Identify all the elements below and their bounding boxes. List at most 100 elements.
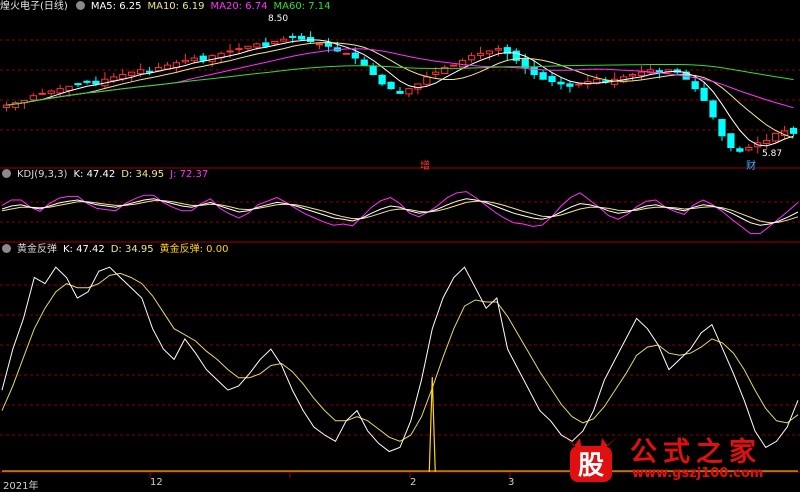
kdj-j-line <box>1 191 799 235</box>
candle-body <box>772 132 780 142</box>
collapse-dot-icon[interactable] <box>2 244 11 253</box>
candle-body <box>575 83 583 86</box>
candle-body <box>763 139 771 144</box>
candle-body <box>709 100 717 118</box>
kdj-j-label: J: 72.37 <box>170 169 209 180</box>
candle-body <box>29 95 37 101</box>
candle-body <box>557 81 565 85</box>
candle-body <box>2 104 11 108</box>
candle-body <box>324 42 333 47</box>
candle-body <box>83 80 91 83</box>
candle-body <box>700 87 708 101</box>
candle-body <box>485 50 494 55</box>
candle-body <box>548 76 556 83</box>
watermark-logo-char: 股 <box>578 451 604 481</box>
candle-body <box>476 52 485 56</box>
candle-body <box>360 59 368 66</box>
watermark-title: 公式之家 <box>630 437 762 468</box>
candle-body <box>423 76 431 85</box>
zeng-marker: 增 <box>420 161 430 172</box>
watermark: 股 公式之家 www.gszj100.com <box>560 430 796 486</box>
x-label-2021: 2021年 <box>3 481 39 492</box>
candle-body <box>691 81 699 90</box>
kdj-panel-header: KDJ(9,3,3) K: 47.42 D: 34.95 J: 72.37 <box>0 168 214 182</box>
candle-body <box>369 65 377 76</box>
candle-body <box>280 38 288 42</box>
collapse-dot-icon[interactable] <box>75 1 85 10</box>
gold-signal-label: 黄金反弹: 0.00 <box>159 244 229 255</box>
gold-signal-spike <box>428 376 436 473</box>
candle-body <box>119 74 127 80</box>
candle-body <box>271 41 279 45</box>
candle-body <box>235 48 243 51</box>
watermark-url: www.gszj100.com <box>632 466 764 481</box>
candle-body <box>718 119 726 137</box>
candle-body <box>226 50 234 53</box>
candle-body <box>181 59 189 63</box>
collapse-dot-icon[interactable] <box>2 169 11 178</box>
candle-body <box>244 45 252 49</box>
gold-d-label: D: 34.95 <box>110 244 154 255</box>
candle-body <box>494 48 503 51</box>
gold-k-line <box>1 266 799 453</box>
candle-body <box>297 35 306 40</box>
candle-body <box>432 71 440 75</box>
candle-body <box>396 90 404 94</box>
candle-body <box>136 69 145 75</box>
candle-body <box>566 83 574 87</box>
high-price-label: 8.50 <box>268 14 289 24</box>
candle-body <box>736 148 744 152</box>
kdj-d-label: D: 34.95 <box>121 169 165 180</box>
candle-body <box>530 66 538 76</box>
gold-k-label: K: 47.42 <box>63 244 105 255</box>
candle-body <box>378 74 386 85</box>
candle-body <box>414 83 422 90</box>
candle-body <box>47 90 55 94</box>
ma20-label: MA20: 6.74 <box>210 1 268 12</box>
kdj-k-line <box>1 198 799 226</box>
candle-body <box>199 55 207 61</box>
candle-body <box>450 64 458 67</box>
candle-body <box>38 92 46 95</box>
gold-d-line <box>1 272 799 442</box>
candle-body <box>154 66 163 72</box>
candle-body <box>128 71 136 76</box>
gold-panel-header: 黄金反弹 K: 47.42 D: 34.95 黄金反弹: 0.00 <box>0 243 234 257</box>
candle-body <box>342 52 350 55</box>
cai-marker: 财 <box>746 161 756 172</box>
ma5-label: MA5: 6.25 <box>90 1 142 12</box>
candle-body <box>628 74 637 77</box>
candle-body <box>289 35 297 38</box>
candle-body <box>190 57 198 62</box>
candle-body <box>387 81 395 90</box>
candle-body <box>637 71 646 77</box>
x-label-2: 2 <box>410 477 417 488</box>
candle-body <box>262 42 270 47</box>
candle-body <box>727 133 735 149</box>
candle-body <box>539 72 547 80</box>
low-price-label: 5.87 <box>762 149 783 159</box>
candle-body <box>467 55 476 61</box>
x-label-12: 12 <box>150 477 163 488</box>
ma60-label: MA60: 7.14 <box>273 1 331 12</box>
stock-title: 煌火电子(日线) <box>0 1 68 12</box>
candle-body <box>74 83 82 86</box>
main-panel-header: 煌火电子(日线) MA5: 6.25 MA10: 6.19 MA20: 6.74 MA6… <box>0 0 337 14</box>
watermark-logo-icon: 股 <box>564 436 618 482</box>
x-label-3: 3 <box>508 477 515 488</box>
kdj-title: KDJ(9,3,3) <box>17 169 68 180</box>
candle-body <box>745 147 753 151</box>
candle-body <box>92 80 100 85</box>
ma10-label: MA10: 6.19 <box>147 1 205 12</box>
candle-body <box>253 43 261 48</box>
candle-body <box>405 88 413 95</box>
candle-body <box>351 52 359 59</box>
candle-body <box>458 59 467 68</box>
candle-body <box>65 85 73 91</box>
gold-title: 黄金反弹 <box>17 244 57 255</box>
candle-body <box>315 43 324 46</box>
candle-body <box>655 70 664 73</box>
candle-body <box>789 127 798 134</box>
kdj-k-label: K: 47.42 <box>73 169 116 180</box>
candle-body <box>56 88 64 94</box>
